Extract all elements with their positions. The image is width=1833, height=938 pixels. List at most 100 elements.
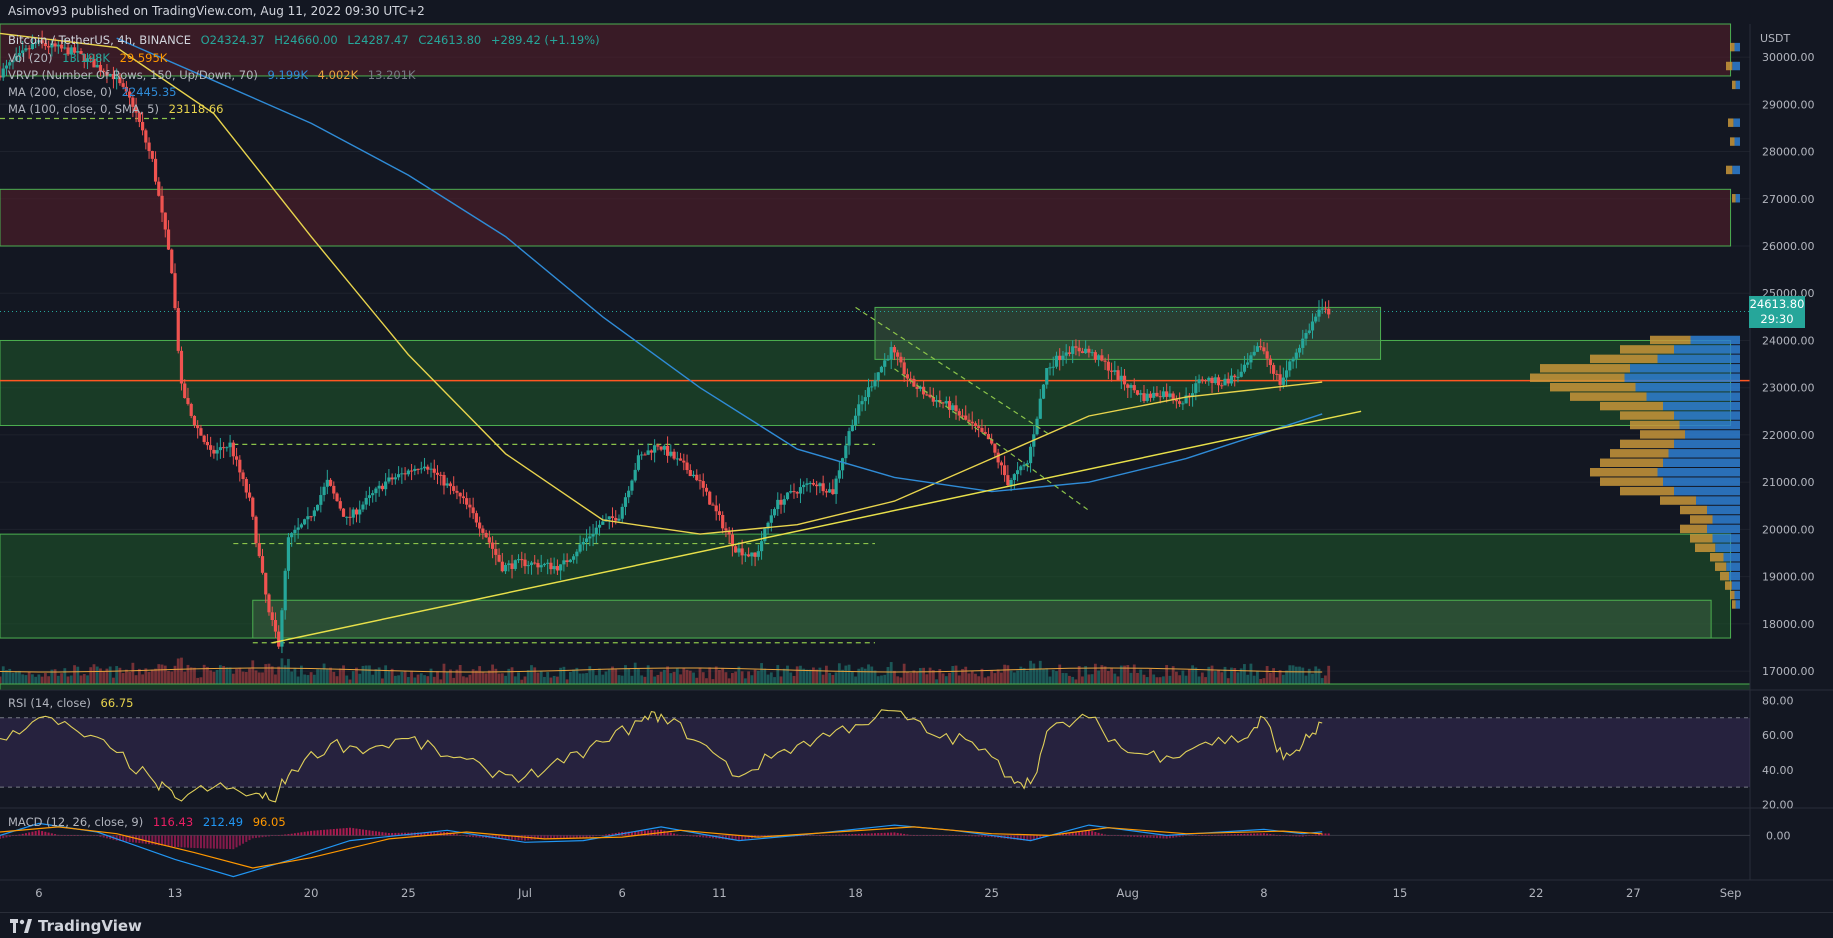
volume-bar: [254, 670, 258, 684]
volume-bar: [1152, 674, 1156, 684]
macd-hist-bar: [663, 830, 666, 836]
candle-body: [1278, 374, 1282, 385]
zone-support-strip: [0, 683, 1751, 691]
candle-body: [332, 485, 336, 494]
volume-bar: [841, 669, 844, 684]
vp-bar-down: [1550, 382, 1636, 392]
candle-body: [1284, 370, 1289, 378]
volume-bar: [873, 670, 877, 684]
macd-hist-bar: [699, 835, 701, 838]
volume-bar: [487, 670, 491, 684]
time-tick-label: 20: [304, 886, 319, 900]
candle-body: [737, 548, 741, 553]
candle-body: [335, 493, 339, 502]
volume-bar: [1278, 670, 1282, 684]
volume-bar: [1220, 672, 1224, 684]
volume-bar: [248, 668, 251, 684]
volume-bar: [1294, 666, 1298, 684]
candle-body: [1233, 375, 1237, 378]
volume-bar: [478, 666, 482, 684]
volume-bar: [721, 667, 725, 684]
macd-hist-bar: [948, 835, 951, 836]
time-tick-label: Aug: [1117, 886, 1139, 900]
chart-canvas[interactable]: USDT 17000.00 18000.00 19000.00 20000.00 2100…: [0, 0, 1833, 912]
volume-bar: [325, 669, 329, 684]
macd-hist-bar: [329, 829, 332, 836]
candle-body: [367, 495, 372, 498]
macd-hist-bar: [1233, 834, 1236, 836]
volume-bar: [270, 666, 274, 684]
macd-hist-bar: [1126, 835, 1129, 837]
candle-body: [348, 516, 352, 518]
volume-bar: [381, 678, 384, 684]
candle-body: [555, 566, 560, 571]
price-tick-label: 21000.00: [1762, 476, 1815, 489]
volume-bar: [306, 675, 310, 684]
macd-hist-bar: [196, 835, 199, 849]
vp-bar-down: [1732, 600, 1736, 609]
volume-bar: [1291, 665, 1295, 684]
volume-bar: [95, 666, 99, 684]
macd-hist-bar: [1324, 833, 1327, 836]
volume-bar: [964, 666, 968, 684]
volume-bar: [734, 671, 738, 684]
macd-hist-bar: [238, 835, 241, 846]
candle-body: [267, 594, 271, 613]
macd-hist-bar: [336, 828, 339, 836]
volume-bar: [863, 668, 867, 684]
volume-profile: [1530, 42, 1740, 609]
macd-hist-bar: [1185, 835, 1188, 836]
macd-hist-bar: [0, 835, 1, 839]
candle-body: [241, 472, 245, 479]
macd-hist-bar: [1311, 835, 1314, 836]
candle-body: [1126, 384, 1130, 388]
volume-bar: [883, 674, 887, 684]
volume-bar: [484, 673, 488, 684]
candle-body: [1320, 308, 1324, 310]
tradingview-logo[interactable]: TradingView: [10, 917, 142, 935]
candle-body: [857, 404, 861, 416]
candle-body: [474, 513, 478, 523]
candle-body: [915, 386, 919, 389]
volume-bar: [92, 664, 96, 684]
macd-hist-bar: [1172, 835, 1175, 838]
macd-hist-bar: [342, 828, 345, 836]
candle-body: [802, 484, 806, 488]
macd-hist-bar: [601, 835, 604, 836]
volume-bar: [928, 667, 932, 684]
candle-body: [306, 516, 310, 520]
volume-bar: [1262, 678, 1266, 684]
macd-hist-bar: [958, 835, 961, 836]
candle-body: [873, 380, 877, 387]
candle-body: [831, 489, 835, 495]
macd-hist-bar: [543, 835, 546, 839]
volume-bar: [711, 679, 715, 684]
candle-body: [202, 435, 206, 442]
volume-bar: [1051, 669, 1055, 684]
macd-hist-bar: [1162, 835, 1165, 839]
macd-hist-bar: [595, 835, 598, 836]
macd-hist-bar: [818, 835, 821, 836]
macd-hist-bar: [44, 831, 47, 836]
macd-hist-bar: [1194, 835, 1197, 836]
macd-hist-bar: [177, 835, 180, 848]
candle-body: [1272, 365, 1276, 374]
candle-body: [322, 486, 326, 496]
volume-bar: [345, 675, 349, 684]
candle-body: [591, 533, 595, 537]
volume-bar: [1113, 673, 1117, 684]
macd-hist-bar: [361, 829, 364, 836]
candle-body: [1106, 361, 1110, 371]
candle-body: [549, 562, 553, 570]
vp-bar-up: [1663, 458, 1740, 467]
candle-body: [153, 158, 158, 182]
volume-bar: [585, 673, 588, 684]
volume-bar: [659, 671, 663, 684]
candle-body: [970, 421, 974, 424]
candle-body: [1103, 360, 1107, 362]
macd-hist-bar: [297, 832, 300, 836]
candle-body: [559, 564, 563, 571]
volume-bar: [1032, 663, 1036, 684]
candle-body: [1028, 446, 1033, 464]
rsi-tick-label: 80.00: [1762, 694, 1794, 707]
